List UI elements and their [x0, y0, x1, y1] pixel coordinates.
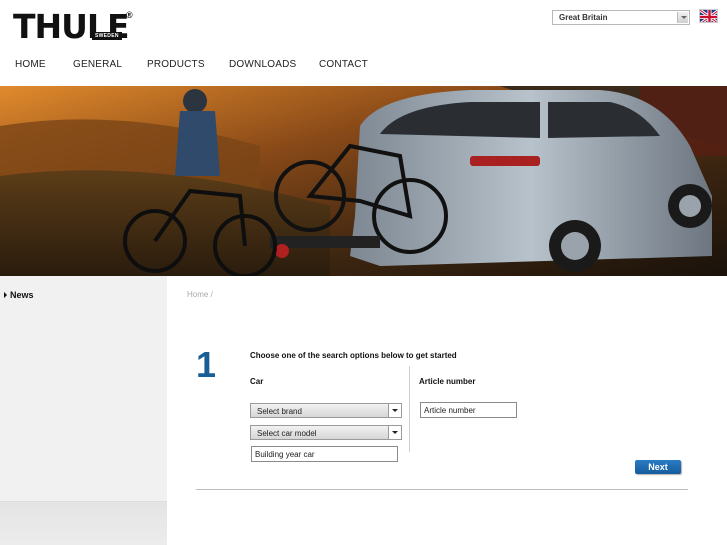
uk-flag-graphic [700, 10, 717, 22]
brand-select[interactable]: Select brand [250, 403, 402, 418]
article-section-label: Article number [419, 377, 476, 386]
nav-item-home[interactable]: HOME [15, 59, 46, 70]
sidebar-footer-panel [0, 501, 167, 545]
sidebar: News [0, 276, 167, 545]
sidebar-item-news[interactable]: News [10, 290, 34, 300]
country-select[interactable]: Great Britain [552, 10, 690, 25]
thule-logo[interactable]: THULE ® SWEDEN [13, 10, 135, 43]
site-header: THULE ® SWEDEN Great Britain HOME GENERA… [0, 0, 727, 86]
chevron-down-icon[interactable] [388, 426, 401, 439]
nav-item-general[interactable]: GENERAL [73, 59, 122, 70]
nav-item-contact[interactable]: CONTACT [319, 59, 368, 70]
main-nav: HOME GENERAL PRODUCTS DOWNLOADS CONTACT [0, 59, 500, 73]
car-section-label: Car [250, 377, 264, 386]
chevron-down-icon[interactable] [388, 404, 401, 417]
content-divider [196, 489, 688, 490]
car-model-select-value: Select car model [257, 429, 317, 438]
car-model-select[interactable]: Select car model [250, 425, 402, 440]
nav-item-products[interactable]: PRODUCTS [147, 59, 205, 70]
breadcrumb[interactable]: Home / [187, 290, 213, 299]
hero-banner-image [0, 86, 727, 276]
next-button[interactable]: Next [635, 460, 681, 474]
article-number-value: Article number [424, 406, 476, 415]
building-year-value: Building year car [255, 450, 315, 459]
bullet-arrow-icon [4, 292, 7, 298]
step-number: 1 [196, 344, 217, 385]
uk-flag-icon[interactable] [699, 9, 718, 23]
brand-select-value: Select brand [257, 407, 302, 416]
section-divider [409, 366, 410, 452]
country-select-value: Great Britain [559, 13, 608, 22]
registered-mark: ® [126, 10, 133, 20]
article-number-field[interactable]: Article number [420, 402, 517, 418]
building-year-field[interactable]: Building year car [251, 446, 398, 462]
search-instruction: Choose one of the search options below t… [250, 351, 457, 360]
nav-item-downloads[interactable]: DOWNLOADS [229, 59, 296, 70]
hero-illustration [0, 86, 727, 276]
chevron-down-icon[interactable] [677, 12, 688, 23]
logo-tagline: SWEDEN [92, 32, 122, 40]
